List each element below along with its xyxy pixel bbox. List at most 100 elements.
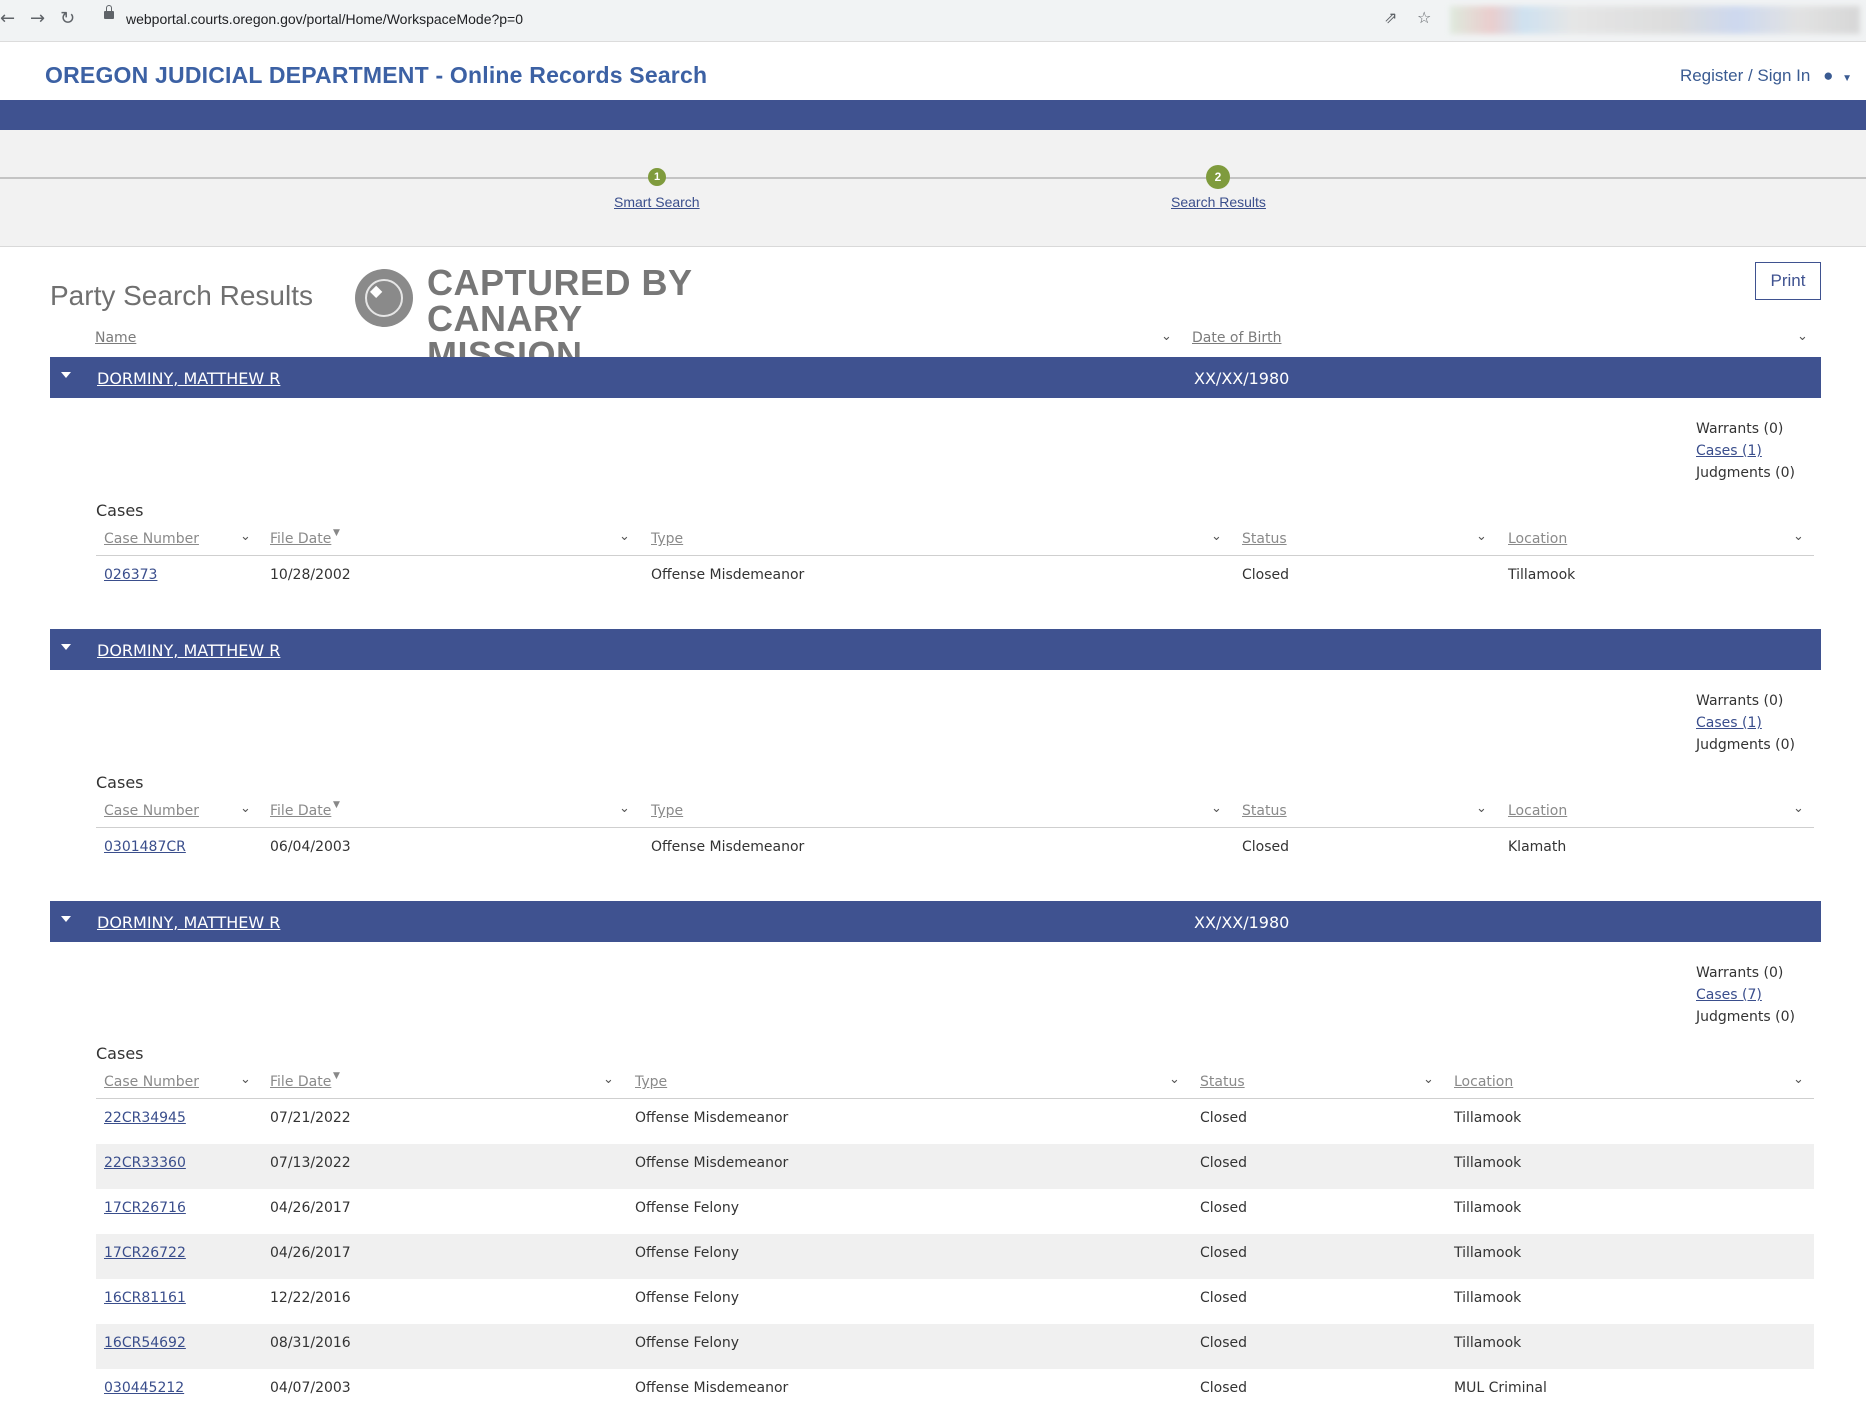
party-dob: XX/XX/1980 <box>1194 369 1290 388</box>
case-status: Closed <box>1200 1290 1248 1306</box>
table-row: 22CR34945 07/21/2022 Offense Misdemeanor… <box>96 1099 1814 1144</box>
location-header[interactable]: Location <box>1454 1074 1513 1090</box>
signin-label[interactable]: Register / Sign In <box>1680 66 1810 85</box>
chevron-down-icon[interactable]: ⌄ <box>240 801 251 816</box>
chevron-down-icon[interactable]: ⌄ <box>1793 1072 1804 1087</box>
site-header: OREGON JUDICIAL DEPARTMENT - Online Reco… <box>0 42 1866 101</box>
party-row[interactable]: DORMINY, MATTHEW R <box>50 629 1821 670</box>
party-row[interactable]: DORMINY, MATTHEW R XX/XX/1980 <box>50 901 1821 942</box>
table-row: 026373 10/28/2002 Offense Misdemeanor Cl… <box>96 556 1814 601</box>
file-date-header[interactable]: File Date <box>270 531 331 547</box>
expand-triangle-icon[interactable] <box>61 916 71 922</box>
chevron-down-icon[interactable]: ⌄ <box>1793 529 1804 544</box>
chevron-down-icon[interactable]: ⌄ <box>619 801 630 816</box>
location-header[interactable]: Location <box>1508 531 1567 547</box>
chevron-down-icon[interactable]: ⌄ <box>1793 801 1804 816</box>
print-button[interactable]: Print <box>1755 262 1821 300</box>
case-type: Offense Felony <box>635 1200 740 1216</box>
chevron-down-icon[interactable]: ⌄ <box>1211 529 1222 544</box>
case-type: Offense Felony <box>635 1335 740 1351</box>
case-number-link[interactable]: 17CR26716 <box>104 1200 186 1216</box>
chevron-down-icon[interactable]: ⌄ <box>1423 1072 1434 1087</box>
case-location: Tillamook <box>1454 1290 1522 1306</box>
expand-triangle-icon[interactable] <box>61 644 71 650</box>
case-location: Tillamook <box>1454 1335 1522 1351</box>
cases-count-link[interactable]: Cases (7) <box>1696 984 1795 1006</box>
type-header[interactable]: Type <box>635 1074 667 1090</box>
cases-table: Case Number ⌄ File Date ▼ ⌄ Type ⌄ Statu… <box>96 797 1814 873</box>
case-number-link[interactable]: 17CR26722 <box>104 1245 186 1261</box>
chevron-down-icon[interactable]: ⌄ <box>1161 329 1172 344</box>
table-row: 16CR81161 12/22/2016 Offense Felony Clos… <box>96 1279 1814 1324</box>
chevron-down-icon[interactable]: ⌄ <box>1797 329 1808 344</box>
forward-icon[interactable]: → <box>30 8 45 29</box>
site-title[interactable]: OREGON JUDICIAL DEPARTMENT - Online Reco… <box>45 62 707 89</box>
page-title: Party Search Results <box>50 280 313 311</box>
case-number-header[interactable]: Case Number <box>104 803 199 819</box>
case-number-header[interactable]: Case Number <box>104 1074 199 1090</box>
party-name-link[interactable]: DORMINY, MATTHEW R <box>97 641 280 660</box>
url-text[interactable]: webportal.courts.oregon.gov/portal/Home/… <box>126 11 523 27</box>
table-row: 0301487CR 06/04/2003 Offense Misdemeanor… <box>96 828 1814 873</box>
step-2-dot[interactable]: 2 <box>1206 165 1230 189</box>
chevron-down-icon[interactable]: ⌄ <box>1476 529 1487 544</box>
case-number-link[interactable]: 16CR81161 <box>104 1290 186 1306</box>
case-number-header[interactable]: Case Number <box>104 531 199 547</box>
cases-table-header: Case Number ⌄ File Date ▼ ⌄ Type ⌄ Statu… <box>96 525 1814 556</box>
canary-mission-watermark: ◆ CAPTURED BY CANARY MISSION <box>355 265 745 373</box>
status-header[interactable]: Status <box>1242 803 1287 819</box>
file-date-header[interactable]: File Date <box>270 1074 331 1090</box>
cases-count-link[interactable]: Cases (1) <box>1696 712 1795 734</box>
status-header[interactable]: Status <box>1200 1074 1245 1090</box>
cases-count-link[interactable]: Cases (1) <box>1696 440 1795 462</box>
case-number-link[interactable]: 16CR54692 <box>104 1335 186 1351</box>
share-icon[interactable]: ⇗ <box>1384 8 1397 27</box>
chevron-down-icon[interactable]: ⌄ <box>619 529 630 544</box>
chevron-down-icon[interactable]: ⌄ <box>240 529 251 544</box>
expand-triangle-icon[interactable] <box>61 372 71 378</box>
chevron-down-icon[interactable]: ⌄ <box>603 1072 614 1087</box>
reload-icon[interactable]: ↻ <box>60 8 75 29</box>
case-number-link[interactable]: 026373 <box>104 567 157 583</box>
party-summary: Warrants (0) Cases (1) Judgments (0) <box>1696 690 1795 756</box>
lock-icon <box>104 5 114 19</box>
file-date: 08/31/2016 <box>270 1335 351 1351</box>
status-header[interactable]: Status <box>1242 531 1287 547</box>
chevron-down-icon[interactable]: ⌄ <box>1211 801 1222 816</box>
name-column-header[interactable]: Name <box>95 330 136 346</box>
caret-down-icon: ▼ <box>1842 73 1852 84</box>
file-date: 10/28/2002 <box>270 567 351 583</box>
case-number-link[interactable]: 0301487CR <box>104 839 186 855</box>
file-date-header[interactable]: File Date <box>270 803 331 819</box>
case-number-link[interactable]: 22CR33360 <box>104 1155 186 1171</box>
party-name-link[interactable]: DORMINY, MATTHEW R <box>97 913 280 932</box>
step-smart-search[interactable]: Smart Search <box>614 194 700 210</box>
type-header[interactable]: Type <box>651 531 683 547</box>
case-status: Closed <box>1200 1155 1248 1171</box>
chevron-down-icon[interactable]: ⌄ <box>1169 1072 1180 1087</box>
step-1-dot[interactable]: 1 <box>648 168 666 186</box>
user-icon: ● <box>1823 66 1834 85</box>
case-number-link[interactable]: 22CR34945 <box>104 1110 186 1126</box>
file-date: 12/22/2016 <box>270 1290 351 1306</box>
judgments-count: Judgments (0) <box>1696 465 1795 481</box>
back-icon[interactable]: ← <box>0 8 15 29</box>
type-header[interactable]: Type <box>651 803 683 819</box>
chevron-down-icon[interactable]: ⌄ <box>1476 801 1487 816</box>
bookmark-star-icon[interactable]: ☆ <box>1417 8 1431 27</box>
case-type: Offense Felony <box>635 1290 740 1306</box>
case-number-link[interactable]: 030445212 <box>104 1380 184 1396</box>
table-row: 030445212 04/07/2003 Offense Misdemeanor… <box>96 1369 1814 1414</box>
party-row[interactable]: DORMINY, MATTHEW R XX/XX/1980 <box>50 357 1821 398</box>
table-row: 22CR33360 07/13/2022 Offense Misdemeanor… <box>96 1144 1814 1189</box>
chevron-down-icon[interactable]: ⌄ <box>240 1072 251 1087</box>
table-row: 17CR26722 04/26/2017 Offense Felony Clos… <box>96 1234 1814 1279</box>
party-name-link[interactable]: DORMINY, MATTHEW R <box>97 369 280 388</box>
browser-toolbar: ← → ↻ webportal.courts.oregon.gov/portal… <box>0 0 1866 42</box>
register-signin-menu[interactable]: Register / Sign In ● ▼ <box>1680 66 1852 86</box>
location-header[interactable]: Location <box>1508 803 1567 819</box>
case-type: Offense Felony <box>635 1245 740 1261</box>
step-search-results[interactable]: Search Results <box>1171 194 1266 210</box>
dob-column-header[interactable]: Date of Birth <box>1192 330 1281 346</box>
case-type: Offense Misdemeanor <box>635 1110 789 1126</box>
